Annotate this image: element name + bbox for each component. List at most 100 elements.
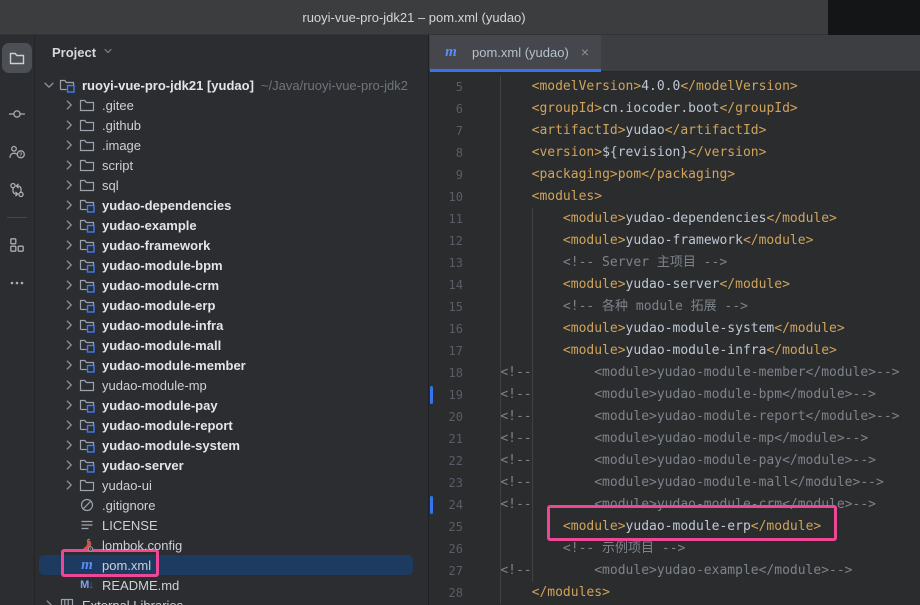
- chevron-right-icon[interactable]: [60, 376, 78, 394]
- tool-git-button[interactable]: [2, 175, 32, 205]
- editor-line-12[interactable]: 12 <module>yudao-framework</module>: [429, 230, 920, 252]
- editor-line-8[interactable]: 8 <version>${revision}</version>: [429, 142, 920, 164]
- tree-item-yudao-module-member[interactable]: yudao-module-member: [35, 355, 428, 375]
- close-icon[interactable]: ×: [581, 44, 589, 60]
- vcs-change-marker[interactable]: [430, 496, 433, 514]
- line-number[interactable]: 19: [429, 388, 469, 402]
- line-number[interactable]: 28: [429, 586, 469, 600]
- editor-line-19[interactable]: 19 <!-- <module>yudao-module-bpm</module…: [429, 384, 920, 406]
- tree-item-yudao-module-pay[interactable]: yudao-module-pay: [35, 395, 428, 415]
- tree-item-yudao-dependencies[interactable]: yudao-dependencies: [35, 195, 428, 215]
- tree-item-yudao-example[interactable]: yudao-example: [35, 215, 428, 235]
- line-number[interactable]: 27: [429, 564, 469, 578]
- chevron-right-icon[interactable]: [60, 276, 78, 294]
- editor-line-17[interactable]: 17 <module>yudao-module-infra</module>: [429, 340, 920, 362]
- line-number[interactable]: 6: [429, 102, 469, 116]
- editor-line-10[interactable]: 10 <modules>: [429, 186, 920, 208]
- tree-item-yudao-module-erp[interactable]: yudao-module-erp: [35, 295, 428, 315]
- code-editor[interactable]: 5 <modelVersion>4.0.0</modelVersion>6 <g…: [429, 72, 920, 605]
- editor-line-13[interactable]: 13 <!-- Server 主项目 -->: [429, 252, 920, 274]
- tree-item-github[interactable]: .github: [35, 115, 428, 135]
- line-number[interactable]: 10: [429, 190, 469, 204]
- tree-item-external-libraries[interactable]: External Libraries: [35, 595, 428, 605]
- project-panel-header[interactable]: Project: [35, 35, 428, 70]
- chevron-right-icon[interactable]: [40, 596, 58, 605]
- line-number[interactable]: 20: [429, 410, 469, 424]
- line-number[interactable]: 14: [429, 278, 469, 292]
- tree-item-lombok-config[interactable]: lombok.config: [35, 535, 428, 555]
- line-number[interactable]: 21: [429, 432, 469, 446]
- chevron-right-icon[interactable]: [60, 476, 78, 494]
- chevron-right-icon[interactable]: [60, 456, 78, 474]
- line-number[interactable]: 11: [429, 212, 469, 226]
- tree-item-yudao-module-crm[interactable]: yudao-module-crm: [35, 275, 428, 295]
- line-number[interactable]: 15: [429, 300, 469, 314]
- tool-commit-button[interactable]: [2, 99, 32, 129]
- chevron-right-icon[interactable]: [60, 316, 78, 334]
- tree-item-yudao-ui[interactable]: yudao-ui: [35, 475, 428, 495]
- tree-item-license[interactable]: LICENSE: [35, 515, 428, 535]
- chevron-right-icon[interactable]: [60, 116, 78, 134]
- vcs-change-marker[interactable]: [430, 386, 433, 404]
- chevron-right-icon[interactable]: [60, 196, 78, 214]
- editor-line-22[interactable]: 22 <!-- <module>yudao-module-pay</module…: [429, 450, 920, 472]
- chevron-right-icon[interactable]: [60, 436, 78, 454]
- tree-item-yudao-module-report[interactable]: yudao-module-report: [35, 415, 428, 435]
- tree-item-gitignore[interactable]: .gitignore: [35, 495, 428, 515]
- editor-line-15[interactable]: 15 <!-- 各种 module 拓展 -->: [429, 296, 920, 318]
- chevron-down-icon[interactable]: [40, 76, 58, 94]
- editor-line-6[interactable]: 6 <groupId>cn.iocoder.boot</groupId>: [429, 98, 920, 120]
- chevron-right-icon[interactable]: [60, 356, 78, 374]
- line-number[interactable]: 8: [429, 146, 469, 160]
- chevron-right-icon[interactable]: [60, 256, 78, 274]
- chevron-right-icon[interactable]: [60, 296, 78, 314]
- line-number[interactable]: 13: [429, 256, 469, 270]
- tree-item-gitee[interactable]: .gitee: [35, 95, 428, 115]
- editor-line-24[interactable]: 24 <!-- <module>yudao-module-crm</module…: [429, 494, 920, 516]
- tree-item-yudao-module-bpm[interactable]: yudao-module-bpm: [35, 255, 428, 275]
- line-number[interactable]: 5: [429, 80, 469, 94]
- tree-item-yudao-framework[interactable]: yudao-framework: [35, 235, 428, 255]
- editor-line-18[interactable]: 18 <!-- <module>yudao-module-member</mod…: [429, 362, 920, 384]
- tree-item-yudao-server[interactable]: yudao-server: [35, 455, 428, 475]
- editor-line-11[interactable]: 11 <module>yudao-dependencies</module>: [429, 208, 920, 230]
- tool-more-button[interactable]: [2, 268, 32, 298]
- line-number[interactable]: 25: [429, 520, 469, 534]
- editor-line-7[interactable]: 7 <artifactId>yudao</artifactId>: [429, 120, 920, 142]
- editor-line-23[interactable]: 23 <!-- <module>yudao-module-mall</modul…: [429, 472, 920, 494]
- line-number[interactable]: 23: [429, 476, 469, 490]
- editor-line-26[interactable]: 26 <!-- 示例项目 -->: [429, 538, 920, 560]
- tree-item-pom-xml[interactable]: mpom.xml: [35, 555, 428, 575]
- tool-structure-button[interactable]: [2, 230, 32, 260]
- editor-line-16[interactable]: 16 <module>yudao-module-system</module>: [429, 318, 920, 340]
- editor-line-20[interactable]: 20 <!-- <module>yudao-module-report</mod…: [429, 406, 920, 428]
- tree-item-yudao-module-infra[interactable]: yudao-module-infra: [35, 315, 428, 335]
- editor-line-9[interactable]: 9 <packaging>pom</packaging>: [429, 164, 920, 186]
- tree-item-script[interactable]: script: [35, 155, 428, 175]
- line-number[interactable]: 26: [429, 542, 469, 556]
- tool-pull-requests-button[interactable]: ?: [2, 137, 32, 167]
- tree-item-yudao-module-mp[interactable]: yudao-module-mp: [35, 375, 428, 395]
- tree-item-sql[interactable]: sql: [35, 175, 428, 195]
- editor-line-27[interactable]: 27 <!-- <module>yudao-example</module>--…: [429, 560, 920, 582]
- editor-line-14[interactable]: 14 <module>yudao-server</module>: [429, 274, 920, 296]
- line-number[interactable]: 12: [429, 234, 469, 248]
- tool-project-button[interactable]: [2, 43, 32, 73]
- editor-line-21[interactable]: 21 <!-- <module>yudao-module-mp</module>…: [429, 428, 920, 450]
- editor-line-28[interactable]: 28 </modules>: [429, 582, 920, 604]
- line-number[interactable]: 18: [429, 366, 469, 380]
- line-number[interactable]: 17: [429, 344, 469, 358]
- tree-item-yudao-module-system[interactable]: yudao-module-system: [35, 435, 428, 455]
- chevron-right-icon[interactable]: [60, 416, 78, 434]
- line-number[interactable]: 7: [429, 124, 469, 138]
- line-number[interactable]: 22: [429, 454, 469, 468]
- tab-pom-xml[interactable]: m pom.xml (yudao) ×: [430, 35, 601, 72]
- chevron-right-icon[interactable]: [60, 136, 78, 154]
- chevron-right-icon[interactable]: [60, 336, 78, 354]
- tree-item-image[interactable]: .image: [35, 135, 428, 155]
- editor-line-25[interactable]: 25 <module>yudao-module-erp</module>: [429, 516, 920, 538]
- chevron-right-icon[interactable]: [60, 216, 78, 234]
- line-number[interactable]: 9: [429, 168, 469, 182]
- chevron-right-icon[interactable]: [60, 236, 78, 254]
- chevron-right-icon[interactable]: [60, 176, 78, 194]
